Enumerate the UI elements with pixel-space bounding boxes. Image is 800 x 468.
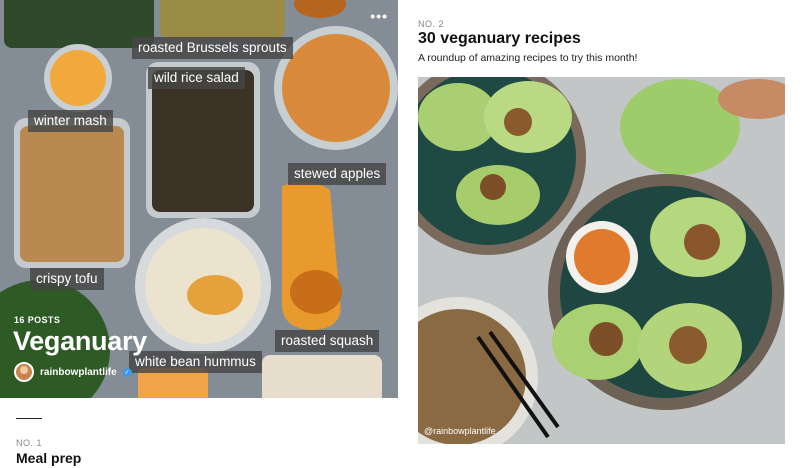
author-name[interactable]: rainbowplantlife (40, 367, 117, 378)
card-title-meal-prep[interactable]: Meal prep (16, 450, 81, 466)
label-roasted-squash: roasted squash (275, 330, 380, 352)
recipes-card-image[interactable]: @rainbowplantlife (418, 77, 785, 444)
author-row[interactable]: rainbowplantlife ✓ (14, 362, 132, 382)
verified-badge-icon: ✓ (122, 367, 132, 377)
card-number-2: NO. 2 (418, 19, 445, 29)
lettuce-wraps-photo (418, 77, 785, 444)
avatar[interactable] (14, 362, 34, 382)
label-crispy-tofu: crispy tofu (30, 268, 104, 290)
card-title-veganuary-recipes[interactable]: 30 veganuary recipes (418, 30, 581, 48)
label-white-bean-hummus: white bean hummus (129, 351, 262, 373)
label-winter-mash: winter mash (28, 110, 113, 132)
card-subtitle: A roundup of amazing recipes to try this… (418, 52, 638, 64)
label-stewed-apples: stewed apples (288, 163, 387, 185)
label-wild-rice-salad: wild rice salad (148, 67, 245, 89)
posts-count: 16 POSTS (14, 315, 61, 325)
meal-prep-card-image[interactable]: ••• roasted Brussels sprouts wild rice s… (0, 0, 398, 398)
divider (16, 418, 42, 419)
photo-credit: @rainbowplantlife (424, 426, 496, 436)
card-number-1: NO. 1 (16, 438, 43, 448)
ellipsis-icon[interactable]: ••• (370, 8, 388, 24)
label-brussels-sprouts: roasted Brussels sprouts (132, 37, 293, 59)
collection-title[interactable]: Veganuary (13, 326, 147, 357)
